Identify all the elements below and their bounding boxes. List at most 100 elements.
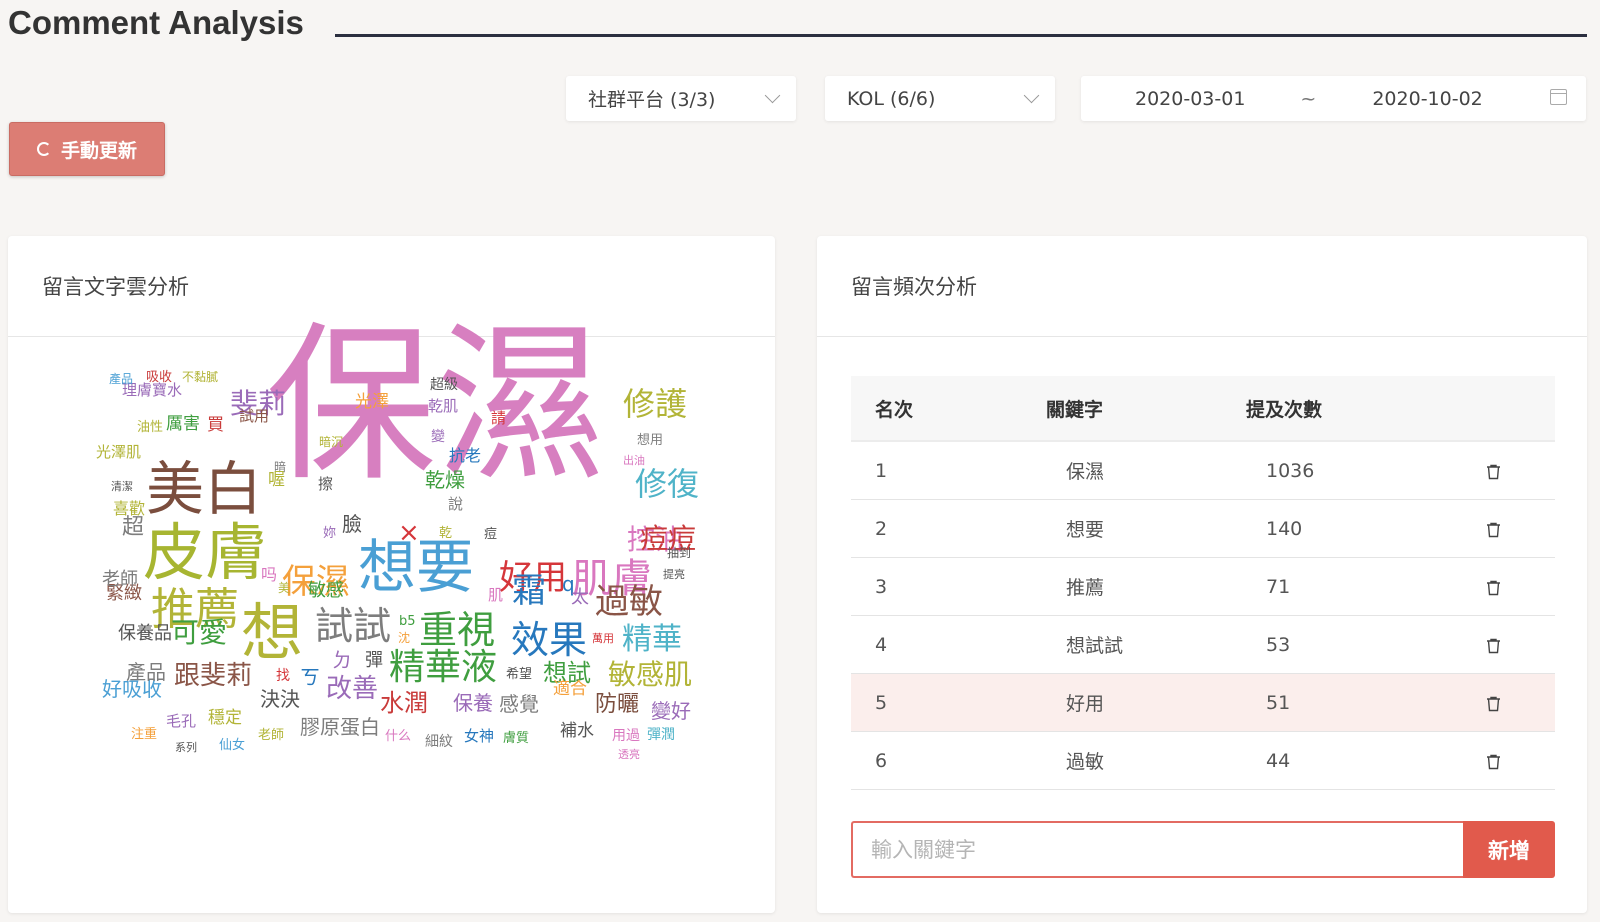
count-cell: 140 <box>1266 517 1303 540</box>
wordcloud-word: ㄉ <box>332 648 352 672</box>
wordcloud-word: 改善 <box>326 674 379 704</box>
keyword-cell: 想要 <box>1066 519 1105 541</box>
wordcloud-word: 太 <box>571 587 589 608</box>
kol-select[interactable]: KOL (6/6) <box>825 76 1055 121</box>
wordcloud-word: 擦 <box>318 475 334 493</box>
wordcloud-word: 修護 <box>623 385 688 423</box>
wordcloud-word: 說 <box>448 495 464 513</box>
wordcloud-word: 乾肌 <box>428 397 459 415</box>
wordcloud: 保濕 皮膚 美白 想要想推薦 肌膚 修護 修復 控油 痘痘 斐莉 保濕 好用 試試 重視 效果 過敏 精華液 精華… <box>8 321 775 897</box>
manual-refresh-button[interactable]: 手動更新 <box>9 122 165 176</box>
rank-cell: 6 <box>875 749 888 772</box>
wordcloud-word: 保養 <box>453 691 493 715</box>
platform-select[interactable]: 社群平台 (3/3) <box>566 76 796 121</box>
wordcloud-word: 修復 <box>635 465 700 503</box>
keyword-input[interactable] <box>851 821 1463 878</box>
wordcloud-word: 敏感 <box>308 580 344 601</box>
trash-icon[interactable] <box>1486 753 1501 769</box>
wordcloud-word: 細紋 <box>425 734 453 750</box>
wordcloud-word: 變好 <box>651 699 691 723</box>
frequency-title: 留言頻次分析 <box>817 236 1587 337</box>
rank-cell: 4 <box>875 633 888 656</box>
wordcloud-word: 水潤 <box>380 689 428 717</box>
wordcloud-word: 光澤肌 <box>96 443 142 461</box>
wordcloud-word: 希望 <box>506 667 533 682</box>
table-row: 3 推薦 71 <box>851 558 1555 616</box>
wordcloud-word: 精華 <box>622 622 682 657</box>
wordcloud-word: 暗沉 <box>319 435 344 449</box>
wordcloud-word: 膠原蛋白 <box>300 715 380 739</box>
platform-select-label: 社群平台 (3/3) <box>588 89 716 111</box>
count-cell: 71 <box>1266 575 1291 598</box>
wordcloud-word: 皮膚 <box>143 516 268 589</box>
rank-cell: 3 <box>875 575 888 598</box>
trash-icon[interactable] <box>1486 521 1501 537</box>
table-row: 2 想要 140 <box>851 500 1555 558</box>
wordcloud-word: 乾燥 <box>425 468 465 492</box>
table-row: 6 過敏 44 <box>851 732 1555 790</box>
rank-cell: 5 <box>875 691 888 714</box>
wordcloud-word: 沈 <box>398 631 411 645</box>
wordcloud-word: 老師 <box>258 728 285 743</box>
calendar-icon[interactable] <box>1550 89 1567 105</box>
trash-icon[interactable] <box>1486 463 1501 479</box>
wordcloud-card: 留言文字雲分析 保濕 皮膚 美白 想要想推薦 肌膚 修護 修復 控油 痘痘 斐莉 保濕 好用 試試 重視效… <box>8 236 775 913</box>
wordcloud-word: 乾 <box>439 526 453 541</box>
wordcloud-word: 請 <box>491 409 507 427</box>
wordcloud-word: 清潔 <box>111 480 133 493</box>
frequency-card: 留言頻次分析 名次 關鍵字 提及次數 1 保濕 1036 2 想要 140 3 推薦 71 4 想試… <box>817 236 1587 913</box>
wordcloud-word: 膚質 <box>503 731 530 746</box>
wordcloud-word: 決決 <box>260 687 300 711</box>
add-keyword-form: 新增 <box>851 821 1555 878</box>
wordcloud-word: 敏感肌 <box>608 658 693 691</box>
wordcloud-word: 油性 <box>137 420 164 435</box>
date-range-picker[interactable]: 2020-03-01 ~ 2020-10-02 <box>1081 76 1586 121</box>
keyword-cell: 保濕 <box>1066 461 1105 483</box>
wordcloud-word: b5 <box>399 614 416 629</box>
trash-icon[interactable] <box>1486 695 1501 711</box>
wordcloud-word: 仙女 <box>219 738 246 753</box>
add-keyword-button[interactable]: 新增 <box>1463 821 1555 878</box>
manual-refresh-label: 手動更新 <box>60 139 137 162</box>
column-header-keyword: 關鍵字 <box>1046 398 1104 421</box>
trash-icon[interactable] <box>1486 637 1501 653</box>
trash-icon[interactable] <box>1486 579 1501 595</box>
wordcloud-word: 變 <box>431 429 445 445</box>
column-header-count: 提及次數 <box>1246 398 1323 421</box>
wordcloud-word: 抗老 <box>449 446 482 465</box>
wordcloud-word: 喔 <box>268 470 285 490</box>
wordcloud-word: 臉 <box>342 512 362 536</box>
wordcloud-word: 超級 <box>430 377 458 393</box>
wordcloud-word: 可愛 <box>171 616 228 649</box>
wordcloud-word: 精華液 <box>389 647 498 688</box>
wordcloud-word: 出油 <box>623 454 645 467</box>
wordcloud-word: 美 <box>278 581 291 595</box>
wordcloud-word: 試試 <box>315 604 392 648</box>
wordcloud-word: 吸收 <box>146 370 173 385</box>
count-cell: 44 <box>1266 749 1291 772</box>
wordcloud-word: ㄎ <box>300 665 320 689</box>
date-start[interactable]: 2020-03-01 <box>1135 88 1245 110</box>
count-cell: 51 <box>1266 691 1291 714</box>
wordcloud-word: 保養品 <box>118 623 172 644</box>
table-row: 5 好用 51 <box>851 674 1555 732</box>
wordcloud-word: 抽到 <box>667 546 692 560</box>
wordcloud-word: 用過 <box>612 728 640 744</box>
chevron-down-icon <box>1023 87 1040 104</box>
wordcloud-word: 喜歡 <box>113 499 146 518</box>
date-end[interactable]: 2020-10-02 <box>1372 88 1482 110</box>
wordcloud-word: 防曬 <box>595 692 640 717</box>
wordcloud-word: × <box>398 518 420 548</box>
wordcloud-word: 老師 <box>102 569 138 590</box>
wordcloud-word: 痘 <box>484 527 498 542</box>
wordcloud-word: 補水 <box>560 721 594 741</box>
wordcloud-word: 系列 <box>175 741 197 754</box>
count-cell: 53 <box>1266 633 1291 656</box>
wordcloud-word: 霜 <box>512 571 546 611</box>
wordcloud-word: 跟斐莉 <box>174 661 253 691</box>
refresh-icon <box>36 142 51 156</box>
column-header-rank: 名次 <box>875 398 914 421</box>
keyword-cell: 推薦 <box>1066 577 1105 599</box>
wordcloud-word: 提亮 <box>663 568 685 581</box>
wordcloud-word: 注重 <box>131 727 158 742</box>
